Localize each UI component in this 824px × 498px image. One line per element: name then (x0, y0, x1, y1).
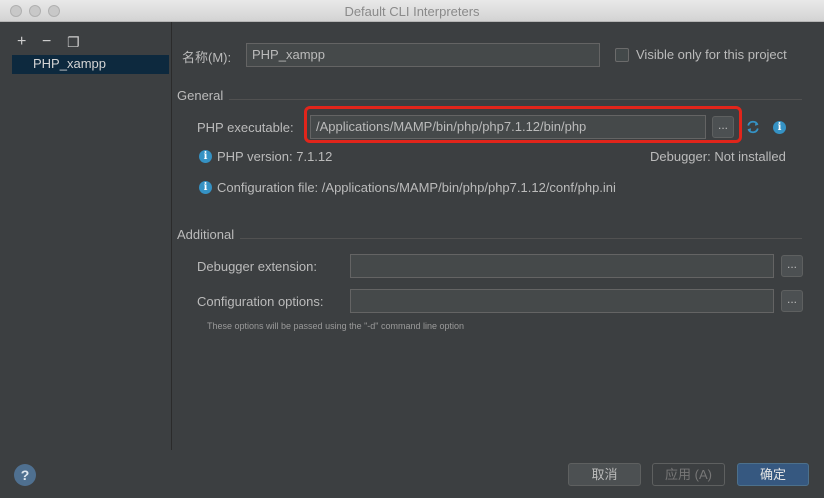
apply-button[interactable]: 应用 (A) (652, 463, 725, 486)
configuration-options-field[interactable] (350, 289, 774, 313)
configuration-options-hint: These options will be passed using the "… (207, 321, 465, 331)
debugger-extension-field[interactable] (350, 254, 774, 278)
visible-only-label: Visible only for this project (636, 47, 787, 62)
copy-icon[interactable]: ❐ (67, 34, 80, 50)
visible-only-checkbox[interactable] (615, 48, 629, 62)
highlight-annotation (304, 106, 742, 143)
ok-button[interactable]: 确定 (737, 463, 809, 486)
name-field[interactable]: PHP_xampp (246, 43, 600, 67)
interpreter-list-pane: + − ❐ PHP_xampp (0, 22, 171, 450)
title-bar: Default CLI Interpreters (0, 0, 824, 22)
cancel-button[interactable]: 取消 (568, 463, 641, 486)
debugger-extension-browse-button[interactable]: ... (781, 255, 803, 277)
info-icon: i (199, 181, 212, 194)
configuration-options-browse-button[interactable]: ... (781, 290, 803, 312)
remove-icon[interactable]: − (42, 34, 51, 50)
interpreter-list-item[interactable]: PHP_xampp (12, 55, 169, 74)
debugger-status-text: Debugger: Not installed (650, 149, 786, 164)
name-label: 名称(M): (182, 50, 232, 65)
additional-section-title: Additional (177, 227, 235, 242)
reload-icon[interactable] (745, 119, 761, 135)
configuration-options-label: Configuration options: (197, 294, 324, 309)
info-icon[interactable]: i (773, 121, 786, 134)
php-executable-label: PHP executable: (197, 120, 294, 135)
general-divider (229, 99, 802, 100)
pane-divider (171, 22, 172, 450)
debugger-extension-label: Debugger extension: (197, 259, 317, 274)
help-button[interactable]: ? (14, 464, 36, 486)
additional-divider (240, 238, 802, 239)
window-title: Default CLI Interpreters (344, 4, 480, 19)
add-icon[interactable]: + (17, 34, 26, 50)
info-icon: i (199, 150, 212, 163)
php-version-text: PHP version: 7.1.12 (217, 149, 333, 164)
general-section-title: General (177, 88, 224, 103)
configuration-file-text: Configuration file: /Applications/MAMP/b… (217, 180, 616, 195)
